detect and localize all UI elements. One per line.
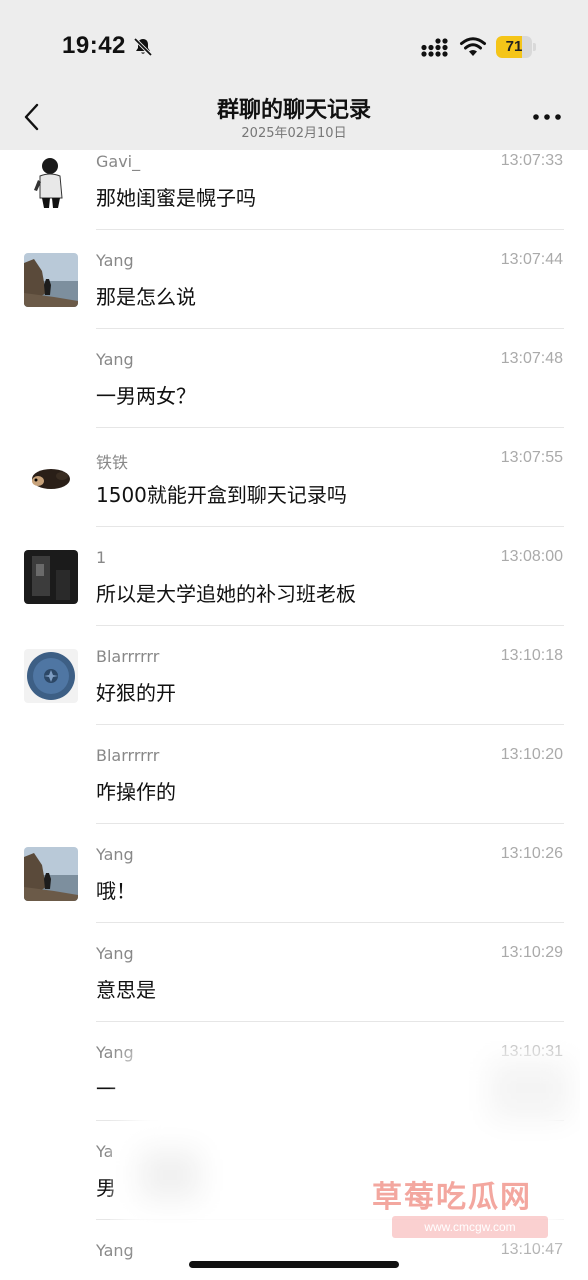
chat-record-item[interactable]: 1 13:08:00 所以是大学追她的补习班老板 — [0, 527, 588, 626]
coast-photo-avatar[interactable] — [24, 253, 78, 307]
sender-name: Yang — [96, 251, 134, 270]
chat-record-item[interactable]: Blarrrrrr 13:10:20 咋操作的 — [0, 725, 588, 824]
message-timestamp: 13:10:26 — [500, 845, 563, 862]
dark-photo-avatar[interactable] — [24, 550, 78, 604]
message-text: 好狠的开 — [96, 681, 176, 705]
message-timestamp: 13:07:44 — [500, 251, 563, 268]
message-timestamp: 13:07:33 — [500, 152, 563, 169]
message-text: 那是怎么说 — [96, 285, 196, 309]
sender-name: Gavi_ — [96, 152, 141, 171]
coast-photo-avatar[interactable] — [24, 847, 78, 901]
battery-percentage: 71 — [505, 38, 523, 55]
dog-avatar[interactable] — [24, 451, 78, 505]
sender-name: Blarrrrrr — [96, 647, 160, 666]
sender-name: Yang — [96, 944, 134, 963]
message-text: 咋操作的 — [96, 780, 176, 804]
sender-name: 1 — [96, 548, 107, 567]
navigation-bar: 群聊的聊天记录 2025年02月10日 — [0, 90, 588, 150]
message-text: 一男两女？ — [96, 384, 196, 408]
chat-record-item[interactable]: Yang 13:07:48 一男两女？ — [0, 329, 588, 428]
message-timestamp: 13:10:18 — [500, 647, 563, 664]
chat-record-item[interactable]: 铁铁 13:07:55 1500就能开盒到聊天记录吗 — [0, 428, 588, 527]
wifi-icon — [460, 37, 486, 56]
sender-name: Yang — [96, 350, 134, 369]
message-timestamp: 13:08:00 — [500, 548, 563, 565]
watermark-url: www.cmcgw.com — [392, 1216, 548, 1238]
watermark-text: 草莓吃瓜网 — [372, 1180, 532, 1215]
sender-name: Yang — [96, 845, 134, 864]
chat-record-item[interactable]: Gavi_ 13:07:33 那她闺蜜是幌子吗 — [0, 150, 588, 230]
message-timestamp: 13:07:48 — [500, 350, 563, 367]
page-title: 群聊的聊天记录 — [216, 98, 371, 123]
bell-muted-icon — [133, 37, 153, 57]
page-subtitle-date: 2025年02月10日 — [241, 126, 347, 141]
more-options-icon[interactable] — [532, 112, 562, 122]
message-text: 意思是 — [96, 978, 156, 1002]
chat-record-item[interactable]: Yang 13:10:29 意思是 — [0, 923, 588, 1022]
message-text: 所以是大学追她的补习班老板 — [96, 582, 356, 606]
blueberry-avatar[interactable] — [24, 649, 78, 703]
status-bar: 19:42 71 — [0, 0, 588, 90]
home-indicator[interactable] — [189, 1261, 399, 1268]
chat-record-item[interactable]: Yang 13:10:26 哦！ — [0, 824, 588, 923]
chat-record-item[interactable]: Blarrrrrr 13:10:18 好狠的开 — [0, 626, 588, 725]
chat-record-item[interactable]: Yang 13:07:44 那是怎么说 — [0, 230, 588, 329]
message-timestamp: 13:07:55 — [500, 449, 563, 466]
message-text: 那她闺蜜是幌子吗 — [96, 186, 256, 210]
sender-name: Blarrrrrr — [96, 746, 160, 765]
man-photo-avatar[interactable] — [24, 154, 78, 208]
sender-name: 铁铁 — [96, 453, 129, 472]
message-text: 1500就能开盒到聊天记录吗 — [96, 483, 347, 507]
message-timestamp: 13:10:20 — [500, 746, 563, 763]
status-time: 19:42 — [62, 32, 126, 59]
battery-indicator: 71 — [496, 36, 536, 58]
cellular-signal-icon — [421, 38, 448, 57]
message-timestamp: 13:10:29 — [500, 944, 563, 961]
message-text: 哦！ — [96, 879, 136, 903]
